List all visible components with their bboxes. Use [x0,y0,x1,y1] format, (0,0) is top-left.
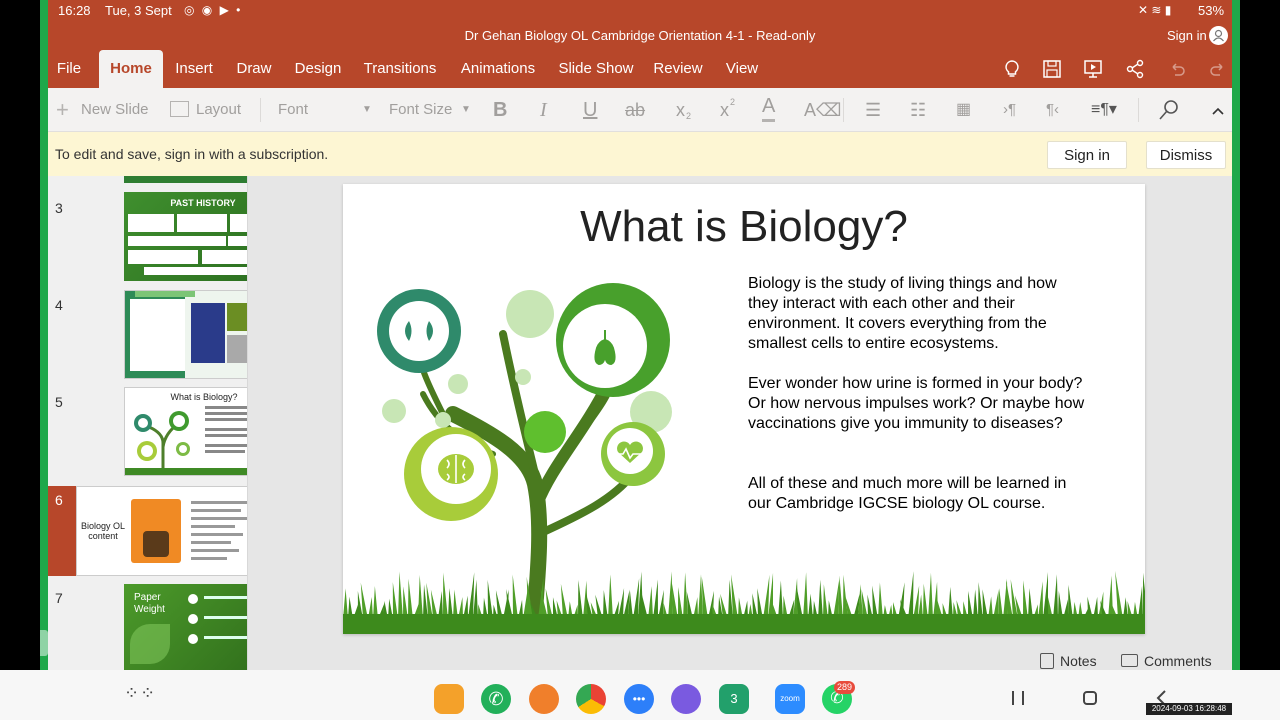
font-color-button[interactable]: A [762,88,776,122]
subscription-message-bar: To edit and save, sign in with a subscri… [48,132,1232,176]
signal-icons: ✕ ≋ ▮ [1138,3,1172,17]
thumbnail-title: What is Biology? [170,392,238,402]
slide-thumbnail-3[interactable]: PAST HISTORY [124,192,247,281]
slide-number: 5 [55,394,63,410]
slide-thumbnail-6[interactable]: Biology OL content [76,486,247,576]
ribbon-divider [260,98,261,122]
comments-button[interactable]: Comments [1144,653,1212,669]
ribbon-divider [843,98,844,122]
slide-thumbnail-4[interactable] [124,290,247,379]
ltr-paragraph-icon[interactable]: ›¶ [1003,88,1016,132]
slide-number: 3 [55,200,63,216]
tab-insert[interactable]: Insert [168,50,220,88]
save-icon[interactable] [1042,59,1062,79]
contacts-app-icon[interactable] [529,684,559,714]
title-bar: Dr Gehan Biology OL Cambridge Orientatio… [48,22,1232,50]
dismiss-button[interactable]: Dismiss [1146,141,1226,169]
tab-design[interactable]: Design [288,50,348,88]
notes-button[interactable]: Notes [1060,653,1097,669]
subscript-button[interactable]: x [676,88,685,132]
document-title: Dr Gehan Biology OL Cambridge Orientatio… [464,28,816,43]
chevron-down-icon[interactable]: ▼ [362,88,372,132]
current-slide[interactable]: What is Biology? Biology is the study of… [343,184,1145,634]
files-app-icon[interactable] [434,684,464,714]
tab-file[interactable]: File [48,50,90,88]
tab-transitions[interactable]: Transitions [358,50,442,88]
underline-button[interactable]: U [583,88,597,132]
chrome-app-icon[interactable] [576,684,606,714]
biology-tree-illustration [343,283,1145,634]
notes-icon[interactable] [1040,653,1054,669]
home-icon[interactable] [1083,691,1097,705]
font-size-dropdown[interactable]: Font Size [389,88,452,132]
sign-in-button[interactable]: Sign in [1047,141,1127,169]
layout-icon[interactable] [170,101,189,117]
tab-slide-show[interactable]: Slide Show [554,50,638,88]
bold-button[interactable]: B [493,88,507,132]
chevron-down-icon[interactable]: ▼ [461,88,471,132]
redo-icon[interactable] [1208,59,1228,79]
comments-icon[interactable] [1121,654,1138,667]
new-slide-icon[interactable]: + [56,88,69,132]
slide-number: 7 [55,590,63,606]
slide-thumbnail-pane[interactable]: 3 PAST HISTORY 4 5 What is Biology? 6 Bi… [48,176,248,670]
account-avatar-icon[interactable] [1209,26,1228,45]
new-slide-button[interactable]: New Slide [81,88,149,132]
internet-app-icon[interactable] [671,684,701,714]
font-dropdown[interactable]: Font [278,88,308,132]
bullets-icon[interactable]: ☰ [865,88,881,132]
superscript-button[interactable]: x [720,88,729,132]
ribbon-tabs: File Home Insert Draw Design Transitions… [48,50,1232,88]
tab-home[interactable]: Home [99,50,163,88]
tab-draw[interactable]: Draw [228,50,280,88]
battery-level: 53% [1198,3,1225,18]
whatsapp-badge: 289 [834,681,856,694]
thumbnail-title: Paper Weight [134,592,165,615]
slide-title: What is Biology? [580,202,908,251]
zoom-app-icon[interactable]: zoom [775,684,805,714]
slide-thumbnail-2[interactable] [124,176,247,183]
strikethrough-button[interactable]: ab [625,88,645,132]
slide-number: 6 [55,492,63,508]
tab-animations[interactable]: Animations [454,50,542,88]
shapes-icon[interactable]: ▦ [956,88,971,132]
slide-thumbnail-7[interactable]: Paper Weight [124,584,247,670]
slide-number: 4 [55,297,63,313]
home-ribbon: + New Slide Layout Font ▼ Font Size ▼ B … [48,88,1232,132]
undo-icon[interactable] [1167,59,1187,79]
status-date: Tue, 3 Sept [105,3,172,18]
slide-thumbnail-5[interactable]: What is Biology? [124,387,247,476]
status-time: 16:28 [58,3,91,18]
share-icon[interactable] [1125,59,1145,79]
message-text: To edit and save, sign in with a subscri… [55,146,329,162]
present-icon[interactable] [1083,59,1103,79]
messages-app-icon[interactable]: ••• [624,684,654,714]
app-drawer-icon[interactable]: ⁘⁘ [124,684,156,702]
numbering-icon[interactable]: ☷ [910,88,926,132]
collapse-ribbon-icon[interactable] [1212,106,1224,116]
recent-apps-icon[interactable] [1012,691,1024,705]
rtl-paragraph-icon[interactable]: ¶‹ [1046,88,1059,132]
side-panel-handle[interactable] [40,630,48,656]
notification-icons: ◎ ◉ ▶ • [184,3,243,17]
thumbnail-title: PAST HISTORY [170,198,236,208]
lightbulb-icon[interactable] [1002,59,1022,79]
clear-formatting-icon[interactable]: A⌫ [804,88,841,132]
phone-app-icon[interactable]: ✆ [481,684,511,714]
title-sign-in[interactable]: Sign in [1167,28,1207,43]
thumbnail-title: Biology OL content [80,521,126,541]
status-bar: 16:28 Tue, 3 Sept ◎ ◉ ▶ • ✕ ≋ ▮ 53% [48,0,1232,22]
tab-review[interactable]: Review [648,50,708,88]
tab-view[interactable]: View [720,50,764,88]
recording-timestamp: 2024-09-03 16:28:48 [1146,703,1232,715]
calendar-app-icon[interactable]: 3 [719,684,749,714]
search-icon[interactable] [1158,99,1180,121]
superscript-marker: 2 [730,97,736,107]
italic-button[interactable]: I [540,88,547,132]
ribbon-divider [1138,98,1139,122]
layout-button[interactable]: Layout [196,88,241,132]
paragraph-options-icon[interactable]: ≡¶▾ [1091,88,1117,132]
